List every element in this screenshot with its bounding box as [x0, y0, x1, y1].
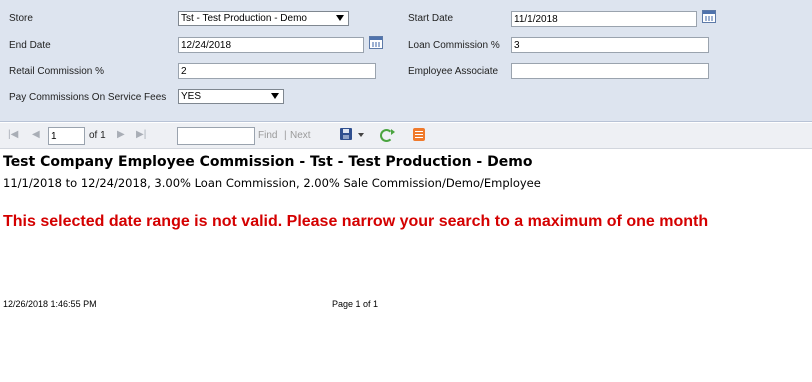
next-page-icon[interactable]: ▶: [117, 129, 125, 141]
find-input[interactable]: [177, 127, 255, 145]
refresh-icon[interactable]: [380, 129, 395, 142]
save-icon[interactable]: [340, 128, 352, 140]
page-number-input[interactable]: [48, 127, 85, 145]
last-page-icon[interactable]: ▶|: [136, 129, 146, 141]
error-message: This selected date range is not valid. P…: [3, 213, 709, 230]
page-count-label: of 1: [89, 130, 106, 141]
find-link[interactable]: Find: [258, 130, 277, 141]
report-page-info: Page 1 of 1: [332, 299, 379, 309]
next-link[interactable]: Next: [290, 130, 311, 141]
report-timestamp: 12/26/2018 1:46:55 PM: [3, 299, 97, 309]
start-date-input[interactable]: [511, 11, 697, 27]
toolbar-separator: |: [284, 130, 287, 141]
report-subtitle: 11/1/2018 to 12/24/2018, 3.00% Loan Comm…: [3, 176, 541, 190]
retail-commission-label: Retail Commission %: [9, 66, 105, 77]
loan-commission-label: Loan Commission %: [408, 40, 500, 51]
retail-commission-input[interactable]: [178, 63, 376, 79]
prev-page-icon[interactable]: ◀: [32, 129, 40, 141]
parameter-panel: Store Tst - Test Production - Demo Start…: [0, 0, 812, 122]
end-date-label: End Date: [9, 40, 51, 51]
calendar-icon[interactable]: [369, 36, 383, 49]
end-date-input[interactable]: [178, 37, 364, 53]
employee-associate-input[interactable]: [511, 63, 709, 79]
service-fees-label: Pay Commissions On Service Fees: [9, 92, 167, 103]
store-select[interactable]: Tst - Test Production - Demo: [178, 11, 349, 26]
employee-associate-label: Employee Associate: [408, 66, 499, 77]
start-date-label: Start Date: [408, 13, 454, 24]
service-fees-select[interactable]: YES: [178, 89, 284, 104]
service-fees-select-value: YES: [181, 91, 202, 102]
chevron-down-icon: [271, 93, 279, 99]
chevron-down-icon: [336, 15, 344, 21]
store-label: Store: [9, 13, 33, 24]
report-title: Test Company Employee Commission - Tst -…: [3, 154, 533, 170]
store-select-value: Tst - Test Production - Demo: [181, 13, 307, 24]
calendar-icon[interactable]: [702, 10, 716, 23]
first-page-icon[interactable]: |◀: [8, 129, 18, 141]
chevron-down-icon[interactable]: [358, 133, 364, 137]
report-toolbar: |◀ ◀ of 1 ▶ ▶| Find | Next: [0, 123, 812, 149]
loan-commission-input[interactable]: [511, 37, 709, 53]
export-icon[interactable]: [413, 128, 425, 141]
